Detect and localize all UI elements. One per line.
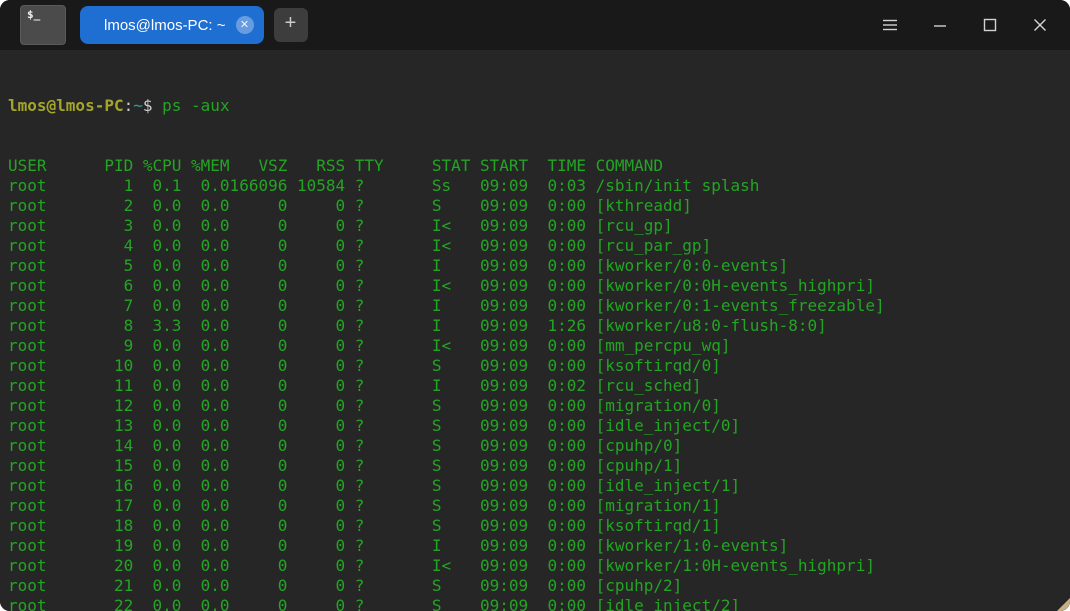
process-row: root 15 0.0 0.0 0 0 ? S 09:09 0:00 [cpuh… [8,456,1070,476]
process-row: root 20 0.0 0.0 0 0 ? I< 09:09 0:00 [kwo… [8,556,1070,576]
process-row: root 10 0.0 0.0 0 0 ? S 09:09 0:00 [ksof… [8,356,1070,376]
process-row: root 3 0.0 0.0 0 0 ? I< 09:09 0:00 [rcu_… [8,216,1070,236]
process-row: root 16 0.0 0.0 0 0 ? S 09:09 0:00 [idle… [8,476,1070,496]
process-row: root 8 3.3 0.0 0 0 ? I 09:09 1:26 [kwork… [8,316,1070,336]
prompt-path: ~ [133,96,143,115]
new-tab-button[interactable]: + [274,8,308,42]
process-row: root 18 0.0 0.0 0 0 ? S 09:09 0:00 [ksof… [8,516,1070,536]
titlebar: $_ lmos@lmos-PC: ~ ✕ + [0,0,1070,50]
process-row: root 1 0.1 0.0166096 10584 ? Ss 09:09 0:… [8,176,1070,196]
close-button[interactable] [1022,7,1058,43]
terminal-app-icon: $_ [20,5,66,45]
tab-label: lmos@lmos-PC: ~ [104,17,226,34]
process-row: root 21 0.0 0.0 0 0 ? S 09:09 0:00 [cpuh… [8,576,1070,596]
process-row: root 7 0.0 0.0 0 0 ? I 09:09 0:00 [kwork… [8,296,1070,316]
menu-icon[interactable] [872,7,908,43]
process-row: root 4 0.0 0.0 0 0 ? I< 09:09 0:00 [rcu_… [8,236,1070,256]
tab-close-icon[interactable]: ✕ [236,16,254,34]
prompt-colon: : [124,96,134,115]
process-row: root 13 0.0 0.0 0 0 ? S 09:09 0:00 [idle… [8,416,1070,436]
process-row: root 11 0.0 0.0 0 0 ? I 09:09 0:02 [rcu_… [8,376,1070,396]
ps-header-row: USER PID %CPU %MEM VSZ RSS TTY STAT STAR… [8,156,1070,176]
process-row: root 5 0.0 0.0 0 0 ? I 09:09 0:00 [kwork… [8,256,1070,276]
minimize-button[interactable] [922,7,958,43]
process-row: root 6 0.0 0.0 0 0 ? I< 09:09 0:00 [kwor… [8,276,1070,296]
prompt-user-host: lmos@lmos-PC [8,96,124,115]
process-row: root 17 0.0 0.0 0 0 ? S 09:09 0:00 [migr… [8,496,1070,516]
ps-output: USER PID %CPU %MEM VSZ RSS TTY STAT STAR… [8,156,1070,611]
tab-active[interactable]: lmos@lmos-PC: ~ ✕ [80,6,264,44]
app-icon-glyph: $_ [27,8,40,21]
prompt-symbol: $ [143,96,162,115]
terminal-window: $_ lmos@lmos-PC: ~ ✕ + lmos@lmos-PC:~$ p… [0,0,1070,611]
process-row: root 19 0.0 0.0 0 0 ? I 09:09 0:00 [kwor… [8,536,1070,556]
process-row: root 9 0.0 0.0 0 0 ? I< 09:09 0:00 [mm_p… [8,336,1070,356]
process-row: root 22 0.0 0.0 0 0 ? S 09:09 0:00 [idle… [8,596,1070,611]
process-row: root 14 0.0 0.0 0 0 ? S 09:09 0:00 [cpuh… [8,436,1070,456]
prompt-command: ps -aux [162,96,229,115]
prompt-line: lmos@lmos-PC:~$ ps -aux [8,96,1070,116]
maximize-button[interactable] [972,7,1008,43]
process-row: root 12 0.0 0.0 0 0 ? S 09:09 0:00 [migr… [8,396,1070,416]
terminal-content[interactable]: lmos@lmos-PC:~$ ps -aux USER PID %CPU %M… [0,50,1070,611]
process-row: root 2 0.0 0.0 0 0 ? S 09:09 0:00 [kthre… [8,196,1070,216]
